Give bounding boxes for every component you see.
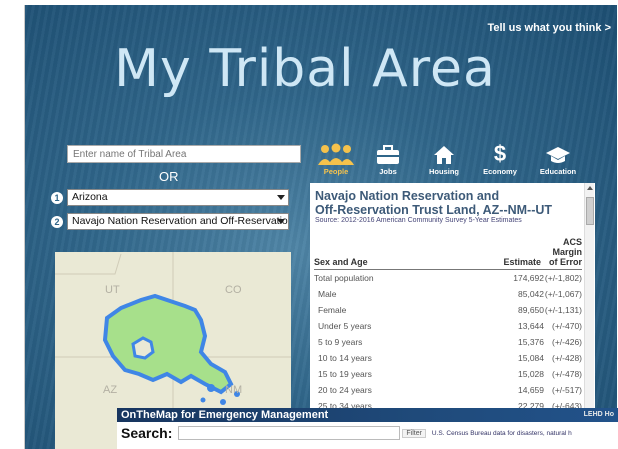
onthemap-header: OnTheMap for Emergency Management LEHD H… <box>117 408 618 422</box>
row-moe: (+/-517) <box>552 385 582 395</box>
onthemap-overlay: OnTheMap for Emergency Management LEHD H… <box>117 408 618 449</box>
table-row: 10 to 14 years 15,084 (+/-428) <box>314 353 582 369</box>
row-moe: (+/-426) <box>552 337 582 347</box>
trust-land-parcel <box>200 397 206 403</box>
tab-economy-label: Economy <box>483 167 517 176</box>
map-border-line <box>55 253 122 275</box>
panel-title-line1: Navajo Nation Reservation and <box>315 189 500 203</box>
navajo-nation-boundary[interactable] <box>102 293 234 395</box>
row-estimate: 15,376 <box>518 337 544 347</box>
row-moe: (+/-478) <box>552 369 582 379</box>
tribal-area-search-input[interactable] <box>67 145 301 163</box>
row-label: Male <box>318 289 337 299</box>
row-moe: (+/-1,131) <box>544 305 582 315</box>
row-estimate: 174,692 <box>513 273 544 283</box>
briefcase-icon <box>362 139 414 165</box>
tab-education-label: Education <box>539 167 577 176</box>
row-estimate: 13,644 <box>518 321 544 331</box>
chevron-down-icon <box>277 195 285 200</box>
tab-people-label: People <box>323 167 349 176</box>
lehd-link[interactable]: LEHD Ho <box>584 408 614 422</box>
tab-housing-label: Housing <box>429 167 459 176</box>
row-label: Under 5 years <box>318 321 372 331</box>
tab-economy[interactable]: $ Economy <box>474 139 526 177</box>
col-moe-line2: Margin <box>552 247 582 257</box>
tab-education[interactable]: Education <box>532 139 584 176</box>
col-margin-of-error: ACS Margin of Error <box>549 237 582 267</box>
step-1-badge: 1 <box>51 191 63 204</box>
state-select-value: Arizona <box>72 191 108 203</box>
scrollbar-thumb[interactable] <box>586 197 594 225</box>
state-select[interactable]: Arizona <box>67 189 289 206</box>
table-row: 5 to 9 years 15,376 (+/-426) <box>314 337 582 353</box>
col-moe-line1: ACS <box>562 237 582 247</box>
table-row: 20 to 24 years 14,659 (+/-517) <box>314 385 582 401</box>
tribal-area-select-value: Navajo Nation Reservation and Off-Reserv… <box>72 215 288 227</box>
table-row: Under 5 years 13,644 (+/-470) <box>314 321 582 337</box>
stats-panel: Navajo Nation Reservation and Off-Reserv… <box>310 183 595 413</box>
col-moe-line3: of Error <box>548 257 582 267</box>
row-estimate: 89,650 <box>518 305 544 315</box>
row-moe: (+/-428) <box>552 353 582 363</box>
filter-button[interactable]: Filter <box>402 428 426 438</box>
table-row: Female 89,650 (+/-1,131) <box>314 305 582 321</box>
row-label: Female <box>318 305 347 315</box>
tribal-area-select[interactable]: Navajo Nation Reservation and Off-Reserv… <box>67 213 289 230</box>
onthemap-title: OnTheMap for Emergency Management <box>121 409 329 421</box>
topic-tabs: People Jobs Housing $ Economy Education <box>310 139 610 181</box>
search-label: Search: <box>121 425 173 441</box>
onthemap-search-bar: Search: Filter U.S. Census Bureau data f… <box>117 422 618 444</box>
panel-title-line2: Off-Reservation Trust Land, AZ--NM--UT <box>315 203 553 217</box>
row-label: 20 to 24 years <box>318 385 372 395</box>
map-label-co: CO <box>225 284 242 296</box>
col-sex-age: Sex and Age <box>314 257 368 267</box>
dollar-icon: $ <box>493 141 507 166</box>
row-moe: (+/-470) <box>552 321 582 331</box>
tab-housing[interactable]: Housing <box>418 139 470 176</box>
row-moe: (+/-1,067) <box>544 289 582 299</box>
onthemap-note: U.S. Census Bureau data for disasters, n… <box>431 429 572 437</box>
hopi-enclave <box>131 336 155 360</box>
panel-title: Navajo Nation Reservation and Off-Reserv… <box>315 189 595 217</box>
people-icon <box>310 139 362 165</box>
panel-scrollbar[interactable] <box>584 183 594 413</box>
trust-land-parcel <box>220 399 226 405</box>
row-estimate: 85,042 <box>518 289 544 299</box>
page-title: My Tribal Area <box>114 39 496 99</box>
tab-jobs-label: Jobs <box>379 167 397 176</box>
map-label-ut: UT <box>105 284 120 296</box>
table-header: Sex and Age Estimate ACS Margin of Error <box>314 235 582 270</box>
col-estimate: Estimate <box>503 257 541 267</box>
trust-land-parcel <box>207 384 215 392</box>
map-label-nm: NM <box>225 384 243 396</box>
table-body: Total population 174,692 (+/-1,802) Male 85… <box>314 273 582 413</box>
tribal-area-select-row: 2 Navajo Nation Reservation and Off-Rese… <box>51 213 289 230</box>
graduation-cap-icon <box>532 139 584 165</box>
chevron-down-icon <box>277 219 285 224</box>
table-row: Male 85,042 (+/-1,067) <box>314 289 582 305</box>
row-moe: (+/-1,802) <box>544 273 582 283</box>
table-row: Total population 174,692 (+/-1,802) <box>314 273 582 289</box>
app-frame: Tell us what you think > My Tribal Area … <box>24 5 617 449</box>
step-2-badge: 2 <box>51 215 63 228</box>
tab-people[interactable]: People <box>310 139 362 176</box>
or-divider: OR <box>159 169 179 184</box>
row-label: 5 to 9 years <box>318 337 363 347</box>
row-label: 10 to 14 years <box>318 353 372 363</box>
house-icon <box>418 139 470 165</box>
map-label-az: AZ <box>103 384 118 396</box>
scroll-up-icon[interactable] <box>587 186 593 190</box>
panel-source: Source: 2012-2016 American Community Sur… <box>315 217 522 224</box>
row-estimate: 15,084 <box>518 353 544 363</box>
tab-jobs[interactable]: Jobs <box>362 139 414 176</box>
row-label: Total population <box>314 273 374 283</box>
feedback-link[interactable]: Tell us what you think > <box>487 22 611 34</box>
table-row: 15 to 19 years 15,028 (+/-478) <box>314 369 582 385</box>
row-estimate: 14,659 <box>518 385 544 395</box>
row-label: 15 to 19 years <box>318 369 372 379</box>
state-select-row: 1 Arizona <box>51 189 289 206</box>
row-estimate: 15,028 <box>518 369 544 379</box>
onthemap-search-input[interactable] <box>178 426 401 440</box>
